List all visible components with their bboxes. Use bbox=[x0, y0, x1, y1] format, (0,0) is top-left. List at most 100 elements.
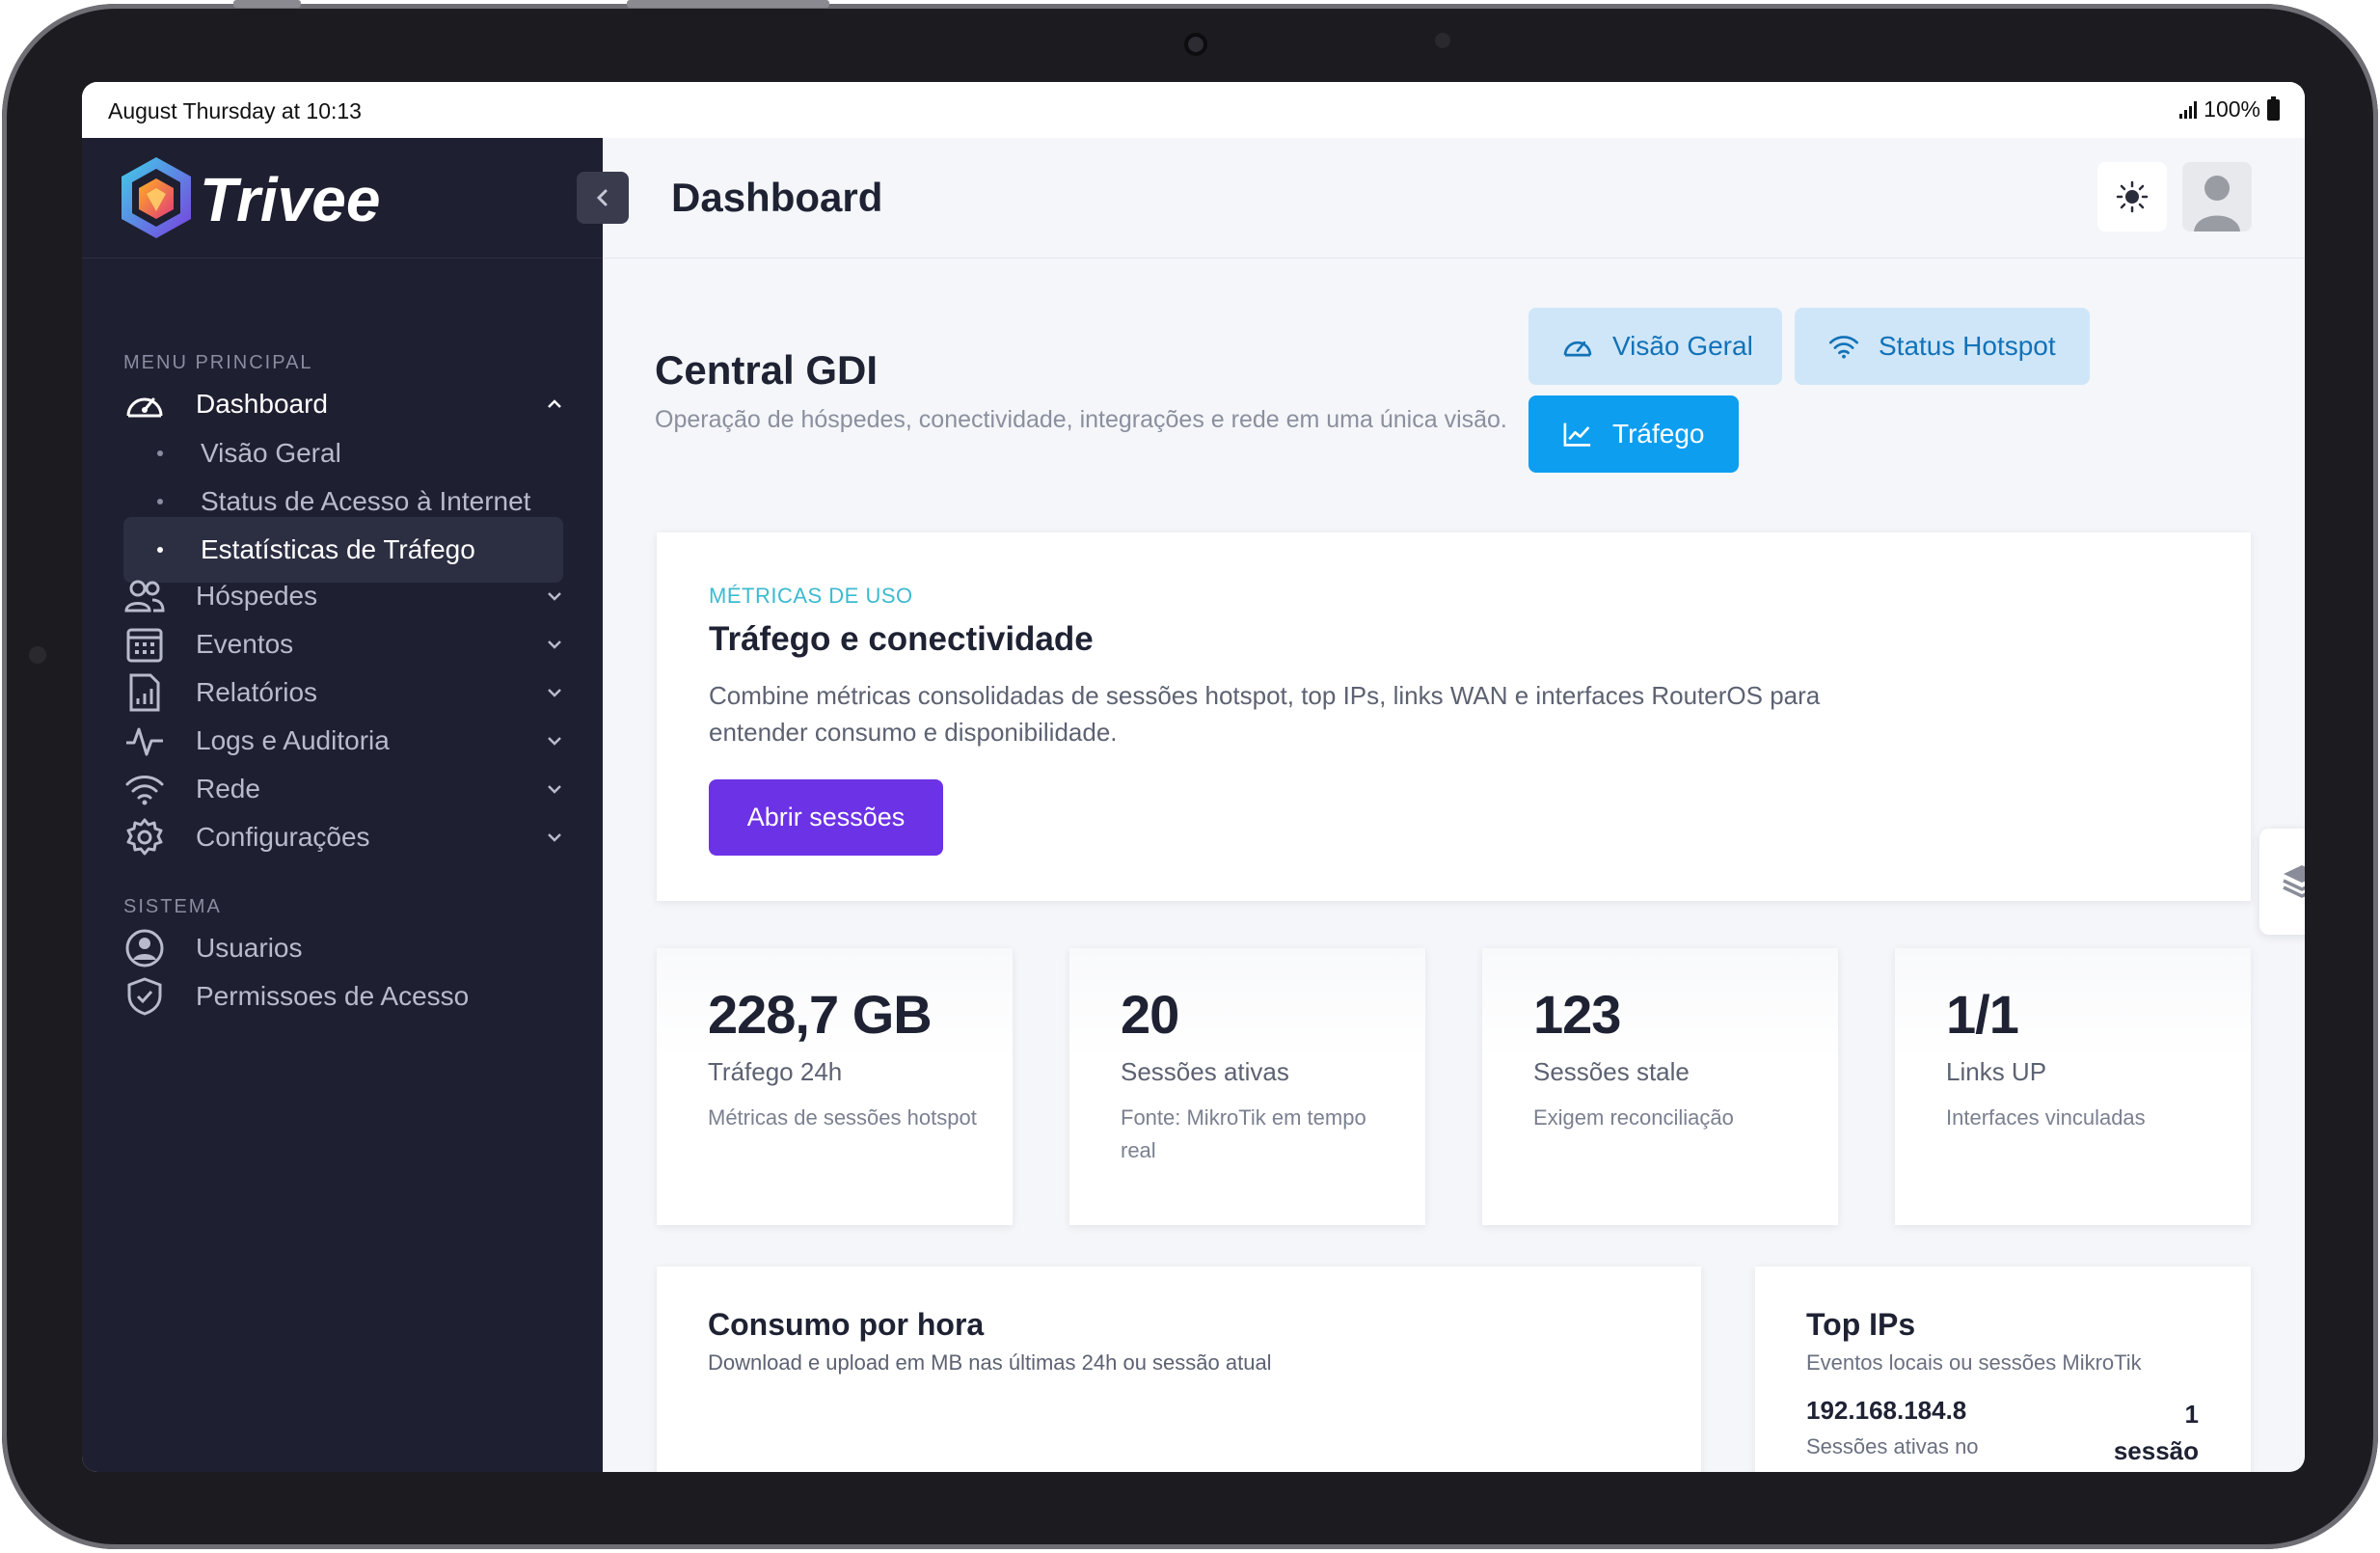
hero-kicker: MÉTRICAS DE USO bbox=[709, 584, 913, 608]
sidebar-item-label: Rede bbox=[196, 774, 260, 804]
ip-address: 192.168.184.8 bbox=[1806, 1396, 1967, 1425]
consumo-subtitle: Download e upload em MB nas últimas 24h … bbox=[708, 1350, 1272, 1375]
shield-icon bbox=[123, 975, 166, 1018]
layers-panel-button[interactable] bbox=[2259, 829, 2305, 935]
traffic-hero-card: MÉTRICAS DE USO Tráfego e conectividade … bbox=[657, 532, 2251, 901]
stat-description: Exigem reconciliação bbox=[1533, 1105, 1734, 1130]
users-icon bbox=[123, 575, 166, 617]
stat-value: 228,7 GB bbox=[708, 984, 933, 1045]
consumo-por-hora-card: Consumo por hora Download e upload em MB… bbox=[657, 1267, 1701, 1472]
stat-card-sessoes-ativas: 20 Sessões ativas Fonte: MikroTik em tem… bbox=[1069, 948, 1425, 1225]
stat-value: 123 bbox=[1533, 984, 1621, 1045]
bullet-icon bbox=[157, 499, 163, 504]
chevron-left-icon bbox=[596, 189, 608, 206]
chevron-down-icon bbox=[542, 680, 567, 705]
brand: Trivee bbox=[82, 138, 603, 259]
wifi-icon bbox=[1828, 336, 1859, 359]
section-label-system: SISTEMA bbox=[123, 896, 222, 917]
bullet-icon bbox=[157, 547, 163, 553]
sidebar-subitem-label: Visão Geral bbox=[201, 438, 341, 468]
stat-card-links-up: 1/1 Links UP Interfaces vinculadas bbox=[1895, 948, 2251, 1225]
abrir-sessoes-button[interactable]: Abrir sessões bbox=[709, 779, 943, 856]
top-ips-card: Top IPs Eventos locais ou sessões MikroT… bbox=[1755, 1267, 2251, 1472]
battery-percent: 100% bbox=[2204, 96, 2260, 122]
battery-icon bbox=[2267, 95, 2280, 121]
ip-description: Sessões ativas no bbox=[1806, 1434, 1979, 1458]
stat-value: 1/1 bbox=[1946, 984, 2019, 1045]
sidebar-item-permissoes[interactable]: Permissoes de Acesso bbox=[123, 966, 567, 1027]
stat-description: Interfaces vinculadas bbox=[1946, 1105, 2146, 1130]
sensor-icon bbox=[1435, 33, 1450, 48]
sidebar-item-label: Hóspedes bbox=[196, 581, 318, 611]
gauge-icon bbox=[1563, 341, 1592, 357]
screen: August Thursday at 10:13 100% Trivee MEN… bbox=[82, 82, 2305, 1472]
stat-value: 20 bbox=[1121, 984, 1179, 1045]
side-sensor-icon bbox=[29, 646, 46, 664]
wifi-icon bbox=[123, 768, 166, 810]
chevron-down-icon bbox=[542, 632, 567, 657]
visao-geral-button[interactable]: Visão Geral bbox=[1528, 308, 1782, 385]
bullet-icon bbox=[157, 450, 163, 456]
chart-line-icon bbox=[1563, 422, 1591, 447]
sidebar: Trivee MENU PRINCIPAL Dashboard Visão Ge… bbox=[82, 138, 629, 1472]
stat-card-sessoes-stale: 123 Sessões stale Exigem reconciliação bbox=[1482, 948, 1838, 1225]
ip-session-count: 1 sessão bbox=[2114, 1396, 2199, 1469]
avatar[interactable] bbox=[2182, 162, 2252, 232]
consumo-title: Consumo por hora bbox=[708, 1307, 985, 1342]
camera-icon bbox=[1184, 33, 1207, 56]
sidebar-item-configuracoes[interactable]: Configurações bbox=[123, 806, 567, 868]
signal-icon bbox=[2179, 100, 2198, 119]
activity-icon bbox=[123, 720, 166, 762]
stat-label: Sessões ativas bbox=[1121, 1057, 1289, 1086]
theme-toggle-button[interactable] bbox=[2097, 162, 2167, 232]
sidebar-subitem-label: Status de Acesso à Internet bbox=[201, 486, 531, 516]
sidebar-item-label: Dashboard bbox=[196, 389, 328, 419]
sidebar-item-label: Eventos bbox=[196, 629, 294, 659]
stat-card-trafego: 228,7 GB Tráfego 24h Métricas de sessões… bbox=[657, 948, 1013, 1225]
gear-icon bbox=[123, 816, 166, 858]
chevron-down-icon bbox=[542, 776, 567, 802]
tablet-frame: August Thursday at 10:13 100% Trivee MEN… bbox=[2, 0, 2378, 1549]
user-circle-icon bbox=[123, 927, 166, 969]
trivee-logo-icon bbox=[122, 157, 191, 238]
stat-label: Sessões stale bbox=[1533, 1057, 1690, 1086]
ip-count-value: 1 bbox=[2184, 1400, 2199, 1429]
central-title: Central GDI bbox=[655, 347, 879, 393]
status-bar: August Thursday at 10:13 100% bbox=[82, 82, 2305, 138]
chevron-down-icon bbox=[542, 825, 567, 850]
sun-icon bbox=[2116, 180, 2149, 213]
stat-description: Métricas de sessões hotspot bbox=[708, 1105, 977, 1130]
sidebar-item-label: Relatórios bbox=[196, 677, 318, 707]
hero-title: Tráfego e conectividade bbox=[709, 620, 1094, 658]
visao-geral-label: Visão Geral bbox=[1612, 331, 1753, 361]
main-content: Central GDI Operação de hóspedes, conect… bbox=[603, 259, 2305, 1472]
top-ips-subtitle: Eventos locais ou sessões MikroTik bbox=[1806, 1350, 2142, 1375]
chevron-down-icon bbox=[542, 584, 567, 609]
hero-description: Combine métricas consolidadas de sessões… bbox=[709, 681, 1821, 747]
gauge-icon bbox=[123, 383, 166, 425]
status-time: August Thursday at 10:13 bbox=[108, 98, 362, 123]
stat-description: Fonte: MikroTik em tempo real bbox=[1121, 1105, 1366, 1162]
trafego-label: Tráfego bbox=[1612, 419, 1705, 449]
collapse-sidebar-button[interactable] bbox=[577, 172, 629, 224]
status-right: 100% bbox=[2179, 95, 2280, 123]
top-bar: Dashboard bbox=[603, 138, 2305, 259]
power-button bbox=[627, 0, 829, 8]
stat-label: Tráfego 24h bbox=[708, 1057, 843, 1086]
sidebar-item-label: Logs e Auditoria bbox=[196, 725, 390, 755]
chevron-down-icon bbox=[542, 728, 567, 753]
layers-icon bbox=[2283, 865, 2305, 898]
volume-button bbox=[233, 0, 301, 8]
chevron-up-icon bbox=[542, 392, 567, 417]
status-hotspot-button[interactable]: Status Hotspot bbox=[1795, 308, 2090, 385]
central-subtitle: Operação de hóspedes, conectividade, int… bbox=[655, 406, 1507, 433]
trafego-button[interactable]: Tráfego bbox=[1528, 395, 1739, 473]
brand-name: Trivee bbox=[200, 165, 381, 234]
section-label-main: MENU PRINCIPAL bbox=[123, 352, 313, 373]
page-title: Dashboard bbox=[671, 175, 883, 220]
calendar-icon bbox=[123, 623, 166, 666]
stat-label: Links UP bbox=[1946, 1057, 2047, 1086]
top-ips-title: Top IPs bbox=[1806, 1307, 1916, 1342]
sidebar-subitem-label: Estatísticas de Tráfego bbox=[201, 534, 475, 564]
user-avatar-icon bbox=[2194, 176, 2240, 232]
